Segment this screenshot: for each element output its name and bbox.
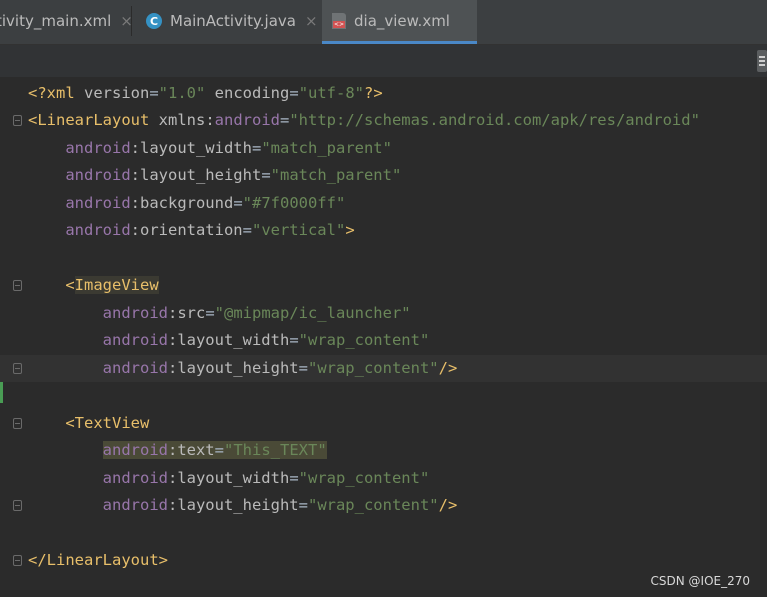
code-line-15: android:layout_width="wrap_content" — [102, 469, 430, 487]
breadcrumb-bar — [0, 45, 767, 78]
code-line-2: <LinearLayout xmlns:android="http://sche… — [0, 107, 767, 134]
fold-icon[interactable] — [13, 418, 22, 429]
watermark: CSDN @IOE_270 — [650, 574, 751, 588]
code-editor[interactable]: <?xml version="1.0" encoding="utf-8"?> <… — [0, 78, 767, 597]
code-line-13: <TextView — [0, 410, 767, 437]
code-line-14: android:text="This_TEXT" — [102, 441, 327, 459]
tab-label: dia_view.xml — [354, 12, 450, 30]
tab-activity-main-xml[interactable]: tivity_main.xml × — [0, 0, 133, 42]
code-line-8: <ImageView — [0, 272, 767, 299]
code-line-10: android:layout_width="wrap_content" — [102, 331, 430, 349]
vcs-change-marker — [0, 381, 3, 403]
tab-main-activity-java[interactable]: C MainActivity.java × — [136, 0, 318, 42]
fold-icon[interactable] — [13, 115, 22, 126]
code-line-16: android:layout_height="wrap_content"/> — [0, 492, 767, 519]
editor-menu-icon[interactable] — [757, 50, 767, 72]
fold-icon[interactable] — [13, 363, 22, 374]
close-icon[interactable]: × — [305, 12, 318, 30]
fold-icon[interactable] — [13, 500, 22, 511]
code-line-4: android:layout_height="match_parent" — [65, 166, 402, 184]
tab-label: MainActivity.java — [170, 12, 296, 30]
code-line-18: </LinearLayout> — [0, 547, 767, 574]
tab-dia-view-xml[interactable]: dia_view.xml — [322, 0, 477, 44]
code-line-5: android:background="#7f0000ff" — [65, 194, 346, 212]
editor-tab-bar: tivity_main.xml × C MainActivity.java × … — [0, 0, 767, 45]
code-line-6: android:orientation="vertical"> — [65, 221, 355, 239]
fold-icon[interactable] — [13, 555, 22, 566]
tab-label: tivity_main.xml — [0, 12, 112, 30]
xml-file-icon — [332, 13, 346, 29]
code-line-3: android:layout_width="match_parent" — [65, 139, 392, 157]
code-line-1: <?xml version="1.0" encoding="utf-8"?> — [28, 84, 383, 102]
java-class-icon: C — [146, 13, 162, 29]
code-line-11-current: android:layout_height="wrap_content"/> — [0, 355, 767, 382]
code-line-9: android:src="@mipmap/ic_launcher" — [102, 304, 411, 322]
tab-divider — [131, 6, 132, 36]
fold-icon[interactable] — [13, 280, 22, 291]
